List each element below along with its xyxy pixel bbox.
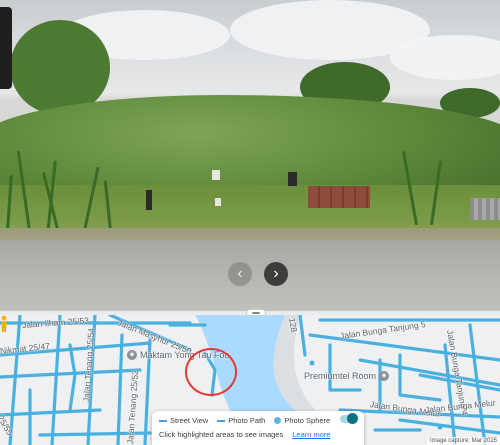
legend-photo-sphere: Photo Sphere [274,416,330,425]
photo-sphere-dot [437,424,443,430]
debris [288,172,297,186]
drag-grip-icon [252,312,260,314]
cloud [390,35,500,80]
legend-keys: Street View Photo Path Photo Sphere [159,414,357,427]
learn-more-link[interactable]: Learn more [292,430,330,439]
metal-sheet [470,198,500,220]
pegman-icon[interactable] [0,315,8,333]
hotel-icon: ● [379,371,390,381]
dashed-line-swatch-icon [217,419,226,422]
debris [146,190,152,210]
previous-image-button[interactable]: ‹ [228,262,252,286]
line-swatch-icon [159,419,167,422]
coverage-toggle[interactable] [340,413,358,424]
chevron-left-icon: ‹ [237,265,243,282]
highlight-circle [185,348,237,396]
next-image-button[interactable]: › [264,262,288,286]
legend-photo-path: Photo Path [217,416,265,425]
coverage-map[interactable]: Jalan Ilham 25/53 Jalan Masyhur 25/50 Ni… [0,315,500,445]
image-capture-date: Image capture: Mar 2025 [426,437,500,445]
coverage-legend: Street View Photo Path Photo Sphere Clic… [152,411,364,445]
side-panel-tab[interactable] [0,7,12,89]
chevron-right-icon: › [273,265,279,282]
brick-wall [308,186,370,208]
legend-hint: Click highlighted areas to see images Le… [159,430,331,439]
restaurant-icon: ● [127,350,137,360]
place-premiumtel-room[interactable]: Premiumtel Room ● [304,371,390,381]
debris [212,170,220,180]
street-view-image[interactable]: ‹ › [0,0,500,311]
dot-swatch-icon [274,417,282,424]
photo-sphere-dot [309,360,315,366]
debris [215,198,221,206]
legend-street-view: Street View [159,416,208,425]
